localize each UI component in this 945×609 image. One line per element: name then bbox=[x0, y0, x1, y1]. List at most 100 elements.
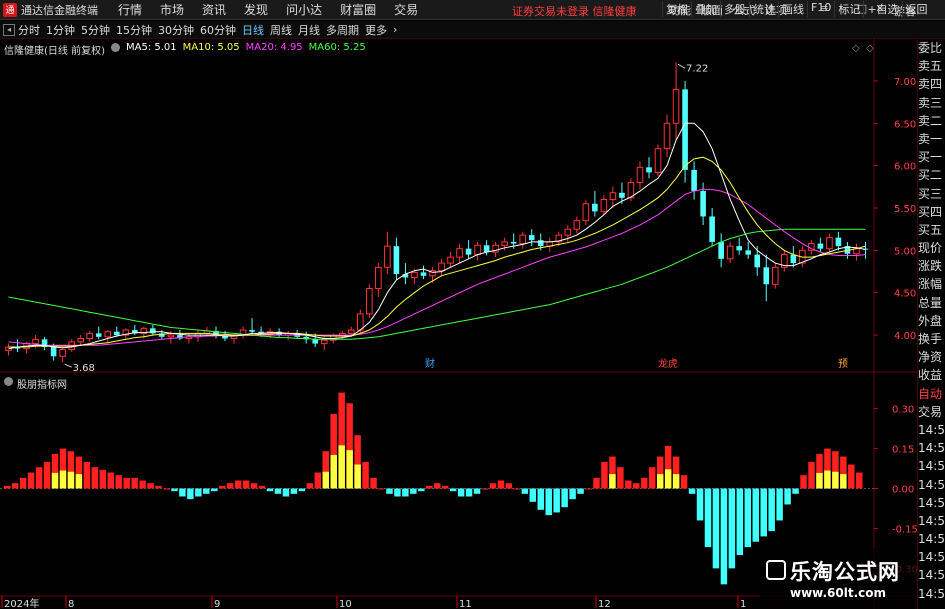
candle-body bbox=[835, 237, 842, 247]
quote-item: 14:56 bbox=[918, 532, 945, 547]
quote-item: 买三 bbox=[918, 186, 943, 201]
menu-item-discover[interactable]: 发现 bbox=[235, 1, 277, 18]
sub-bar bbox=[378, 488, 385, 490]
sub-bar-hot bbox=[322, 471, 329, 489]
sub-bar bbox=[418, 488, 425, 492]
candle-body bbox=[582, 203, 590, 222]
period-1min[interactable]: 1分钟 bbox=[43, 22, 78, 38]
candle-body bbox=[447, 256, 454, 264]
app-title: 通达信金融终端 bbox=[21, 3, 98, 17]
settings-dot-icon[interactable] bbox=[110, 43, 120, 52]
candle-body bbox=[465, 248, 472, 255]
sub-bar bbox=[107, 472, 114, 489]
period-daily[interactable]: 日线 bbox=[239, 22, 267, 38]
statistics-button[interactable]: 统计 bbox=[749, 1, 778, 17]
quote-item: 涨幅 bbox=[918, 277, 943, 292]
sub-bar bbox=[848, 464, 855, 489]
back-button[interactable]: 返回 bbox=[901, 1, 931, 17]
f10-button[interactable]: F10 bbox=[807, 1, 834, 17]
sub-bar-hot bbox=[664, 469, 672, 489]
quote-item[interactable]: 自动 bbox=[918, 385, 945, 403]
multi-stock-button[interactable]: 多股 bbox=[720, 1, 749, 17]
sub-bar bbox=[426, 485, 433, 489]
quote-item: 卖二 bbox=[918, 113, 943, 128]
quote-item: 现价 bbox=[918, 241, 943, 256]
sub-bar bbox=[457, 488, 465, 497]
menu-item-market[interactable]: 市场 bbox=[151, 1, 193, 18]
sub-bar bbox=[370, 477, 377, 489]
sub-tick-label: 0.30 bbox=[892, 405, 914, 416]
sub-bar bbox=[203, 488, 210, 494]
sub-bar-hot bbox=[824, 470, 831, 489]
quote-item: 买一 bbox=[918, 150, 943, 165]
period-15min[interactable]: 15分钟 bbox=[113, 22, 155, 38]
sub-bar bbox=[131, 477, 138, 489]
collapse-toggle-icon[interactable]: ◂ bbox=[3, 23, 15, 36]
stock-name-label[interactable]: 信隆健康(日线 前复权) bbox=[4, 42, 105, 57]
kline-chart[interactable]: 7.00 6.50 6.00 5.50 5.00 4.50 4.00 7.22 3.68 财 龙虎 预… bbox=[0, 39, 917, 609]
sub-bar bbox=[760, 488, 767, 537]
candle-body bbox=[528, 235, 535, 241]
period-weekly[interactable]: 周线 bbox=[267, 22, 295, 38]
quote-item: 买五 bbox=[918, 222, 943, 237]
candle-body bbox=[646, 167, 652, 173]
sub-bar bbox=[386, 488, 393, 494]
period-30min[interactable]: 30分钟 bbox=[155, 22, 197, 38]
x-tick-label: 8 bbox=[68, 599, 74, 609]
candle-body bbox=[77, 337, 84, 343]
restore-rights-button[interactable]: 复权 bbox=[662, 1, 691, 17]
ma60-label: MA60: 5.25 bbox=[308, 42, 366, 53]
period-intraday[interactable]: 分时 bbox=[15, 22, 43, 38]
sub-bar bbox=[187, 488, 194, 500]
add-watchlist-button[interactable]: +自选 bbox=[863, 1, 901, 17]
sub-bar bbox=[601, 461, 608, 489]
quote-item: 14:56 bbox=[918, 459, 945, 474]
period-monthly[interactable]: 月线 bbox=[295, 22, 323, 38]
event-marker: 预 bbox=[838, 358, 848, 370]
sub-indicator-name[interactable]: 股朋指标网 bbox=[17, 376, 67, 391]
sub-bar bbox=[776, 488, 783, 521]
quote-item: 卖四 bbox=[918, 77, 943, 92]
more-arrow-icon[interactable]: › bbox=[390, 23, 400, 36]
sub-bar-hot bbox=[840, 474, 847, 489]
sub-bar bbox=[258, 485, 266, 489]
x-tick-label: 1 bbox=[740, 599, 746, 609]
x-tick-label: 11 bbox=[459, 599, 472, 609]
quote-item: 换手 bbox=[918, 332, 943, 346]
sub-bar bbox=[35, 467, 43, 489]
quote-item: 外盘 bbox=[918, 313, 943, 328]
candle-body bbox=[32, 338, 39, 345]
candle-body bbox=[438, 262, 445, 272]
sub-bar bbox=[163, 488, 170, 490]
sub-bar bbox=[728, 488, 736, 569]
period-multi[interactable]: 多周期 bbox=[323, 22, 362, 38]
menu-item-ask[interactable]: 问小达 bbox=[277, 1, 331, 18]
quote-item: 14:56 bbox=[918, 495, 945, 510]
mark-button[interactable]: 标记 bbox=[834, 1, 863, 17]
sub-bar-hot bbox=[346, 450, 353, 489]
menu-item-trade[interactable]: 交易 bbox=[385, 1, 427, 18]
quote-item[interactable]: 交易 bbox=[918, 403, 945, 421]
candle-body bbox=[754, 254, 761, 268]
period-60min[interactable]: 60分钟 bbox=[197, 22, 239, 38]
sub-bar bbox=[123, 477, 130, 489]
candle-body bbox=[474, 244, 481, 256]
menu-item-quotes[interactable]: 行情 bbox=[109, 1, 151, 18]
sub-settings-dot-icon[interactable] bbox=[4, 377, 13, 386]
quote-item: 总量 bbox=[918, 295, 943, 310]
high-pointer bbox=[677, 63, 686, 69]
candle-body bbox=[483, 245, 490, 253]
draw-line-button[interactable]: 画线 bbox=[778, 1, 807, 17]
quote-item: 14:56 bbox=[918, 513, 945, 528]
candle-body bbox=[320, 339, 328, 345]
menu-item-news[interactable]: 资讯 bbox=[193, 1, 235, 18]
period-5min[interactable]: 5分钟 bbox=[78, 22, 113, 38]
sub-bar-hot bbox=[67, 471, 75, 489]
menu-item-wealth[interactable]: 财富圈 bbox=[331, 1, 385, 18]
trade-login-notice[interactable]: 证券交易未登录 信隆健康 bbox=[512, 3, 637, 19]
period-more[interactable]: 更多 bbox=[362, 22, 390, 38]
sub-bar bbox=[593, 477, 600, 489]
sub-bar bbox=[577, 488, 584, 494]
sub-bar bbox=[43, 461, 51, 489]
overlay-button[interactable]: 叠加 bbox=[691, 1, 720, 17]
